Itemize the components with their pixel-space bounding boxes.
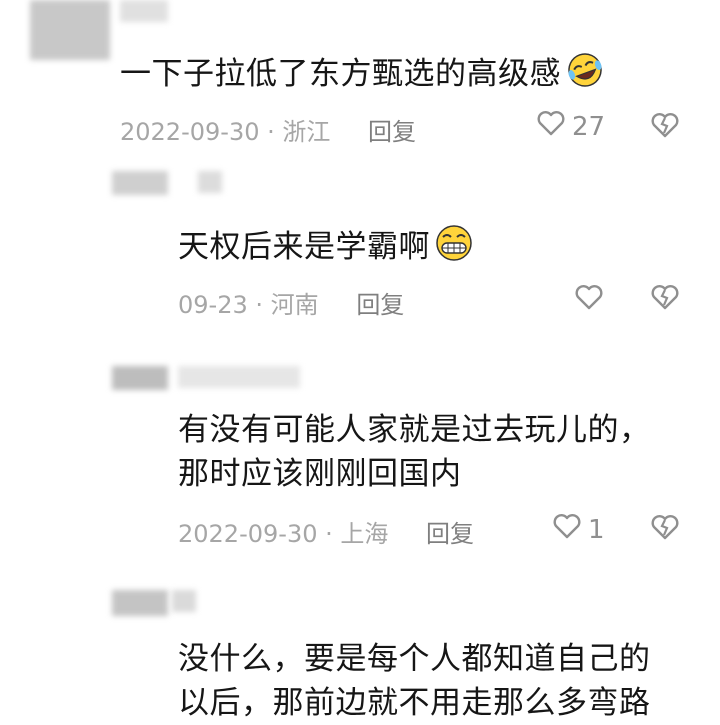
dislike-button[interactable] [650, 283, 680, 315]
comment-3-text-line-1: 有没有可能人家就是过去玩儿的， [178, 412, 651, 448]
comment-location: 浙江 [282, 118, 331, 146]
like-button[interactable] [574, 283, 610, 318]
comment-2-meta: 09-23 · 河南 回复 [178, 291, 405, 319]
blurred-username [120, 0, 168, 22]
blurred-reply-avatar [112, 366, 168, 390]
comment-4-text-line-2: 以后，那前边就不用走那么多弯路 [178, 685, 651, 721]
reply-button[interactable]: 回复 [356, 291, 404, 319]
broken-heart-icon [650, 515, 680, 545]
reply-button[interactable]: 回复 [426, 520, 474, 548]
heart-icon [536, 109, 566, 144]
blurred-reply-username [172, 590, 196, 612]
reply-button[interactable]: 回复 [368, 118, 416, 146]
comment-date: 2022-09-30 [178, 520, 318, 548]
like-count: 1 [588, 514, 605, 545]
blurred-reply-avatar [112, 171, 168, 195]
grinning-emoji-icon [432, 223, 476, 275]
laughing-tears-emoji-icon [563, 50, 607, 102]
comment-location: 上海 [340, 520, 389, 548]
comment-location: 河南 [270, 291, 319, 319]
blurred-reply-username [198, 171, 222, 193]
comment-date: 09-23 [178, 291, 248, 319]
blurred-reply-avatar [112, 590, 168, 616]
blurred-avatar [30, 0, 110, 60]
like-button[interactable]: 27 [536, 109, 605, 144]
comment-3-text-line-2: 那时应该刚刚回国内 [178, 456, 462, 492]
heart-icon [574, 283, 604, 318]
comment-2-text: 天权后来是学霸啊 [178, 223, 476, 275]
comment-date: 2022-09-30 [120, 118, 260, 146]
broken-heart-icon [650, 113, 680, 143]
dislike-button[interactable] [650, 513, 680, 545]
comment-4-text-line-1: 没什么，要是每个人都知道自己的 [178, 641, 651, 677]
blurred-reply-username [178, 366, 300, 388]
dislike-button[interactable] [650, 111, 680, 143]
comment-1-meta: 2022-09-30 · 浙江 回复 [120, 118, 417, 146]
like-count: 27 [572, 111, 606, 142]
comment-3-meta: 2022-09-30 · 上海 回复 [178, 520, 475, 548]
broken-heart-icon [650, 285, 680, 315]
comment-1-text: 一下子拉低了东方甄选的高级感 [120, 50, 607, 102]
like-button[interactable]: 1 [552, 512, 605, 547]
heart-icon [552, 512, 582, 547]
